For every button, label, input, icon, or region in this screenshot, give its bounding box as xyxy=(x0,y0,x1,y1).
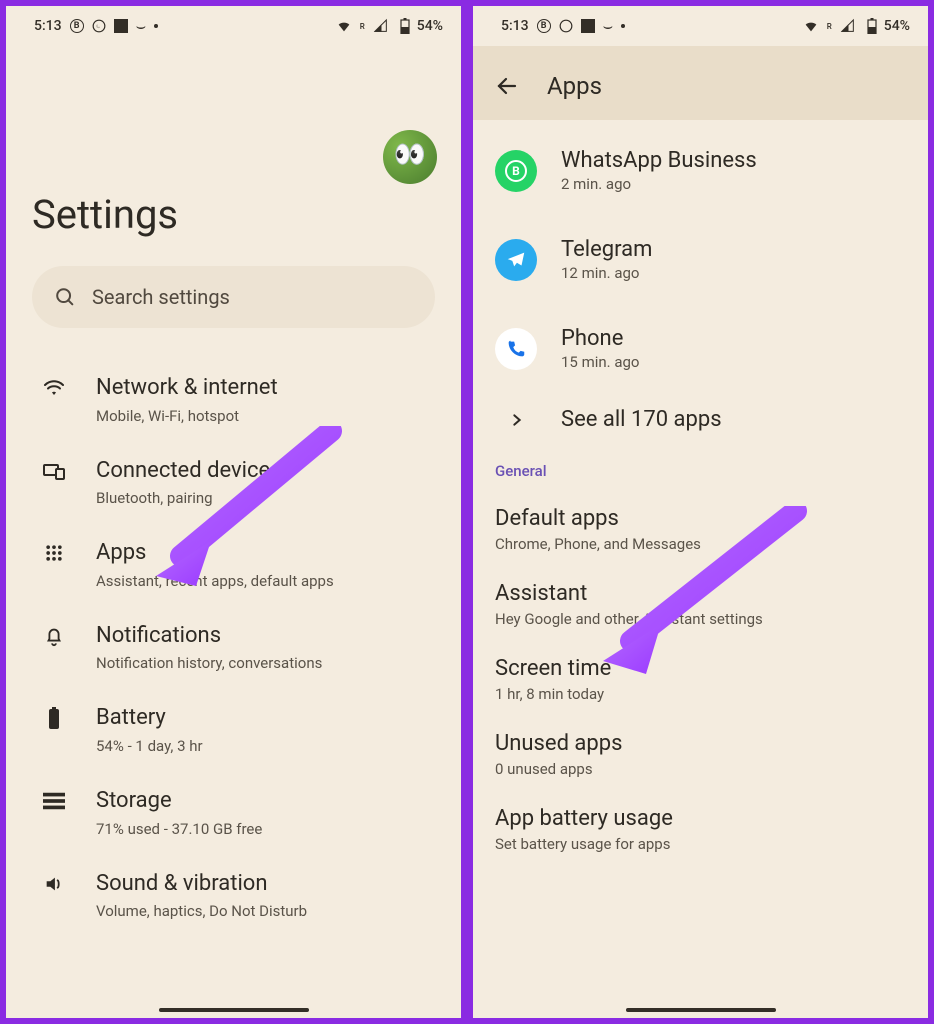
tilde-icon: ⌣ xyxy=(603,19,614,33)
app-name: WhatsApp Business xyxy=(561,148,757,173)
item-sub: Mobile, Wi-Fi, hotspot xyxy=(96,407,429,425)
settings-item-notifications[interactable]: Notifications Notification history, conv… xyxy=(6,606,453,689)
item-sub: 71% used - 37.10 GB free xyxy=(96,820,429,838)
item-sub: Assistant, recent apps, default apps xyxy=(96,572,429,590)
settings-item-battery[interactable]: Battery 54% - 1 day, 3 hr xyxy=(6,688,453,771)
gesture-bar[interactable] xyxy=(626,1008,776,1012)
status-bar: 5:13 B ⌣ R 54% xyxy=(6,6,461,46)
settings-item-network[interactable]: Network & internet Mobile, Wi-Fi, hotspo… xyxy=(6,358,453,441)
item-sub: Volume, haptics, Do Not Disturb xyxy=(96,902,429,920)
recent-app-phone[interactable]: Phone 15 min. ago xyxy=(473,304,928,393)
settings-item-apps[interactable]: Apps Assistant, recent apps, default app… xyxy=(6,523,453,606)
signal-icon xyxy=(373,18,389,34)
item-sub: 1 hr, 8 min today xyxy=(495,685,908,703)
square-icon xyxy=(581,19,595,33)
item-sub: Notification history, conversations xyxy=(96,654,429,672)
item-sub: Bluetooth, pairing xyxy=(96,489,429,507)
search-icon xyxy=(54,286,76,308)
volume-icon xyxy=(42,870,66,894)
item-title: Apps xyxy=(96,539,429,568)
settings-item-sound[interactable]: Sound & vibration Volume, haptics, Do No… xyxy=(6,854,453,937)
chevron-right-icon xyxy=(509,412,525,428)
item-title: Storage xyxy=(96,787,429,816)
section-general: General xyxy=(473,454,928,492)
battery-percent: 54% xyxy=(417,18,443,34)
bell-icon xyxy=(42,622,66,646)
devices-icon xyxy=(42,457,66,481)
wifi-icon xyxy=(42,374,66,398)
status-bar: 5:13 B ⌣ R 54% xyxy=(473,6,928,46)
app-name: Phone xyxy=(561,326,639,351)
recent-app-telegram[interactable]: Telegram 12 min. ago xyxy=(473,215,928,304)
square-icon xyxy=(114,19,128,33)
apps-title: Apps xyxy=(547,72,602,100)
search-input[interactable]: Search settings xyxy=(32,266,435,328)
app-sub: 15 min. ago xyxy=(561,353,639,371)
storage-icon xyxy=(42,787,66,811)
settings-item-connected[interactable]: Connected devices Bluetooth, pairing xyxy=(6,441,453,524)
item-default-apps[interactable]: Default apps Chrome, Phone, and Messages xyxy=(473,492,928,567)
apps-screen: 5:13 B ⌣ R 54% Apps B xyxy=(470,3,931,1021)
item-title: Sound & vibration xyxy=(96,870,429,899)
battery-icon xyxy=(42,704,66,728)
see-all-apps[interactable]: See all 170 apps xyxy=(473,393,928,454)
item-title: Assistant xyxy=(495,581,908,606)
phone-icon xyxy=(495,328,537,370)
settings-screen: 5:13 B ⌣ R 54% Settings Search settings xyxy=(3,3,464,1021)
app-sub: 12 min. ago xyxy=(561,264,652,282)
item-title: Notifications xyxy=(96,622,429,651)
status-time: 5:13 xyxy=(501,18,529,34)
app-sub: 2 min. ago xyxy=(561,175,757,193)
item-assistant[interactable]: Assistant Hey Google and other Assistant… xyxy=(473,567,928,642)
status-time: 5:13 xyxy=(34,18,62,34)
wifi-icon xyxy=(803,18,819,34)
recent-app-whatsapp[interactable]: B WhatsApp Business 2 min. ago xyxy=(473,126,928,215)
settings-list: Network & internet Mobile, Wi-Fi, hotspo… xyxy=(6,358,461,936)
item-battery-usage[interactable]: App battery usage Set battery usage for … xyxy=(473,792,928,867)
wifi-icon xyxy=(336,18,352,34)
network-r-label: R xyxy=(360,22,365,31)
item-title: Network & internet xyxy=(96,374,429,403)
more-dot-icon xyxy=(154,24,158,28)
item-sub: Hey Google and other Assistant settings xyxy=(495,610,908,628)
settings-item-storage[interactable]: Storage 71% used - 37.10 GB free xyxy=(6,771,453,854)
signal-icon xyxy=(840,18,856,34)
gesture-bar[interactable] xyxy=(159,1008,309,1012)
item-sub: Chrome, Phone, and Messages xyxy=(495,535,908,553)
apps-header: Apps xyxy=(473,46,928,120)
back-button[interactable] xyxy=(495,74,519,98)
see-all-label: See all 170 apps xyxy=(561,407,722,432)
network-r-label: R xyxy=(827,22,832,31)
item-sub: 54% - 1 day, 3 hr xyxy=(96,737,429,755)
battery-percent: 54% xyxy=(884,18,910,34)
whatsapp-status-icon xyxy=(559,19,573,33)
item-screen-time[interactable]: Screen time 1 hr, 8 min today xyxy=(473,642,928,717)
app-name: Telegram xyxy=(561,237,652,262)
item-sub: 0 unused apps xyxy=(495,760,908,778)
battery-icon xyxy=(397,18,413,34)
item-title: Unused apps xyxy=(495,731,908,756)
item-unused-apps[interactable]: Unused apps 0 unused apps xyxy=(473,717,928,792)
tilde-icon: ⌣ xyxy=(136,19,147,33)
item-title: Default apps xyxy=(495,506,908,531)
whatsapp-business-icon: B xyxy=(495,150,537,192)
item-title: Screen time xyxy=(495,656,908,681)
svg-text:B: B xyxy=(512,164,520,178)
telegram-icon xyxy=(495,239,537,281)
circled-b-icon: B xyxy=(70,19,84,33)
item-sub: Set battery usage for apps xyxy=(495,835,908,853)
circled-b-icon: B xyxy=(537,19,551,33)
more-dot-icon xyxy=(621,24,625,28)
item-title: Connected devices xyxy=(96,457,429,486)
search-placeholder: Search settings xyxy=(92,285,230,309)
apps-grid-icon xyxy=(42,539,66,563)
item-title: Battery xyxy=(96,704,429,733)
item-title: App battery usage xyxy=(495,806,908,831)
profile-avatar[interactable] xyxy=(383,130,437,184)
whatsapp-status-icon xyxy=(92,19,106,33)
battery-icon xyxy=(864,18,880,34)
